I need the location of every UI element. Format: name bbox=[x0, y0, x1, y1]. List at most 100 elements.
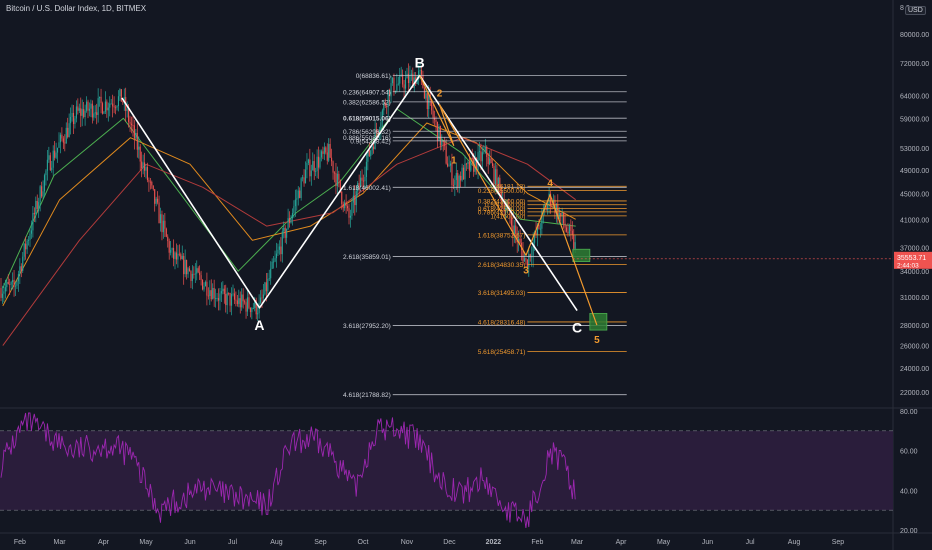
candle-body bbox=[233, 293, 235, 300]
price-tick-label: 24000.00 bbox=[900, 366, 929, 373]
candle-body bbox=[287, 217, 289, 229]
last-price-countdown: 2:44:03 bbox=[897, 262, 919, 269]
candle-body bbox=[239, 298, 241, 308]
candle-body bbox=[231, 294, 233, 306]
time-tick-label: Aug bbox=[270, 539, 283, 546]
candle-body bbox=[33, 212, 35, 215]
price-tick-label: 80000.00 bbox=[900, 32, 929, 39]
candle-body bbox=[444, 142, 446, 147]
fib-level-label: 0.236(64907.54) bbox=[343, 89, 391, 96]
candle-body bbox=[20, 266, 22, 271]
candle-body bbox=[177, 253, 179, 260]
price-tick-label: 59000.00 bbox=[900, 116, 929, 123]
candle-body bbox=[271, 261, 273, 269]
wave-label: 1 bbox=[451, 155, 457, 166]
candle-body bbox=[351, 202, 353, 216]
candle-body bbox=[181, 255, 183, 260]
candle-body bbox=[426, 93, 428, 110]
candle-body bbox=[87, 101, 89, 111]
candle-body bbox=[99, 96, 101, 99]
candle-body bbox=[225, 293, 227, 306]
candle-body bbox=[142, 162, 144, 169]
candle-body bbox=[345, 202, 347, 207]
candle-body bbox=[116, 106, 118, 108]
candle-body bbox=[78, 108, 80, 111]
candle-body bbox=[9, 284, 11, 285]
rsi-tick-label: 60.00 bbox=[900, 449, 918, 456]
fib-level-label: 1.618(46002.41) bbox=[343, 185, 391, 192]
candle-body bbox=[344, 202, 346, 209]
candle-body bbox=[493, 166, 495, 184]
time-tick-label: May bbox=[657, 539, 671, 546]
candle-body bbox=[483, 151, 485, 153]
candle-body bbox=[294, 199, 296, 207]
candle-body bbox=[458, 175, 460, 187]
candle-body bbox=[291, 213, 293, 219]
candle-body bbox=[281, 231, 283, 255]
time-tick-label: Mar bbox=[571, 539, 584, 546]
price-chart[interactable]: 0(68836.61) 0.236(64907.54) 0.382(62586.52… bbox=[0, 0, 932, 550]
candle-body bbox=[115, 107, 117, 109]
candle-body bbox=[251, 308, 253, 313]
candle-body bbox=[304, 169, 307, 184]
candle-body bbox=[216, 298, 218, 299]
time-tick-label: Mar bbox=[54, 539, 67, 546]
candle-body bbox=[129, 121, 131, 124]
candle-body bbox=[332, 161, 334, 173]
fib-level-label: 0.236(45500.00) bbox=[478, 188, 526, 195]
candle-body bbox=[29, 233, 31, 240]
candle-body bbox=[320, 151, 322, 158]
candle-body bbox=[222, 288, 224, 292]
candle-body bbox=[212, 287, 214, 300]
candle-body bbox=[373, 146, 375, 150]
candle-body bbox=[573, 234, 575, 249]
candle-body bbox=[133, 125, 135, 139]
candle-body bbox=[22, 256, 24, 271]
time-tick-label: Feb bbox=[14, 539, 26, 546]
price-tick-label: 31000.00 bbox=[900, 295, 929, 302]
candle-body bbox=[81, 109, 83, 116]
candle-body bbox=[62, 138, 64, 143]
candle-body bbox=[452, 185, 454, 186]
rsi-tick-label: 80.00 bbox=[900, 409, 918, 416]
time-tick-label: Sep bbox=[314, 539, 327, 546]
price-tick-label: 34000.00 bbox=[900, 269, 929, 276]
candle-body bbox=[42, 191, 44, 197]
time-tick-label: Aug bbox=[788, 539, 801, 546]
candle-body bbox=[151, 181, 153, 186]
candle-body bbox=[184, 259, 186, 275]
candle-body bbox=[457, 172, 459, 187]
candle-body bbox=[39, 186, 41, 203]
candle-body bbox=[525, 258, 527, 260]
candle-body bbox=[0, 288, 2, 298]
price-tick-label: 49000.00 bbox=[900, 168, 929, 175]
candle-body bbox=[371, 146, 373, 151]
candle-body bbox=[318, 156, 320, 168]
candle-body bbox=[141, 161, 143, 169]
candle-body bbox=[273, 261, 275, 263]
candle-body bbox=[100, 96, 102, 104]
candle-body bbox=[278, 246, 280, 250]
candle-body bbox=[119, 89, 121, 97]
candle-body bbox=[117, 96, 119, 107]
candle-body bbox=[12, 279, 14, 283]
candle-body bbox=[286, 228, 288, 238]
candle-body bbox=[96, 112, 98, 115]
candle-body bbox=[489, 158, 491, 165]
candle-body bbox=[10, 282, 12, 285]
candle-body bbox=[132, 125, 134, 126]
candle-body bbox=[158, 202, 160, 224]
candle-body bbox=[210, 290, 212, 300]
candle-body bbox=[361, 177, 363, 181]
candle-body bbox=[57, 147, 59, 153]
candle-body bbox=[35, 200, 37, 215]
candle-body bbox=[432, 110, 434, 118]
candle-body bbox=[309, 159, 311, 177]
price-tick-label: 37000.00 bbox=[900, 246, 929, 253]
candle-body bbox=[399, 75, 401, 84]
currency-badge[interactable]: USD bbox=[905, 6, 926, 15]
candle-body bbox=[167, 236, 169, 242]
time-tick-label: Sep bbox=[832, 539, 845, 546]
candle-body bbox=[478, 151, 481, 153]
candle-body bbox=[104, 101, 106, 112]
